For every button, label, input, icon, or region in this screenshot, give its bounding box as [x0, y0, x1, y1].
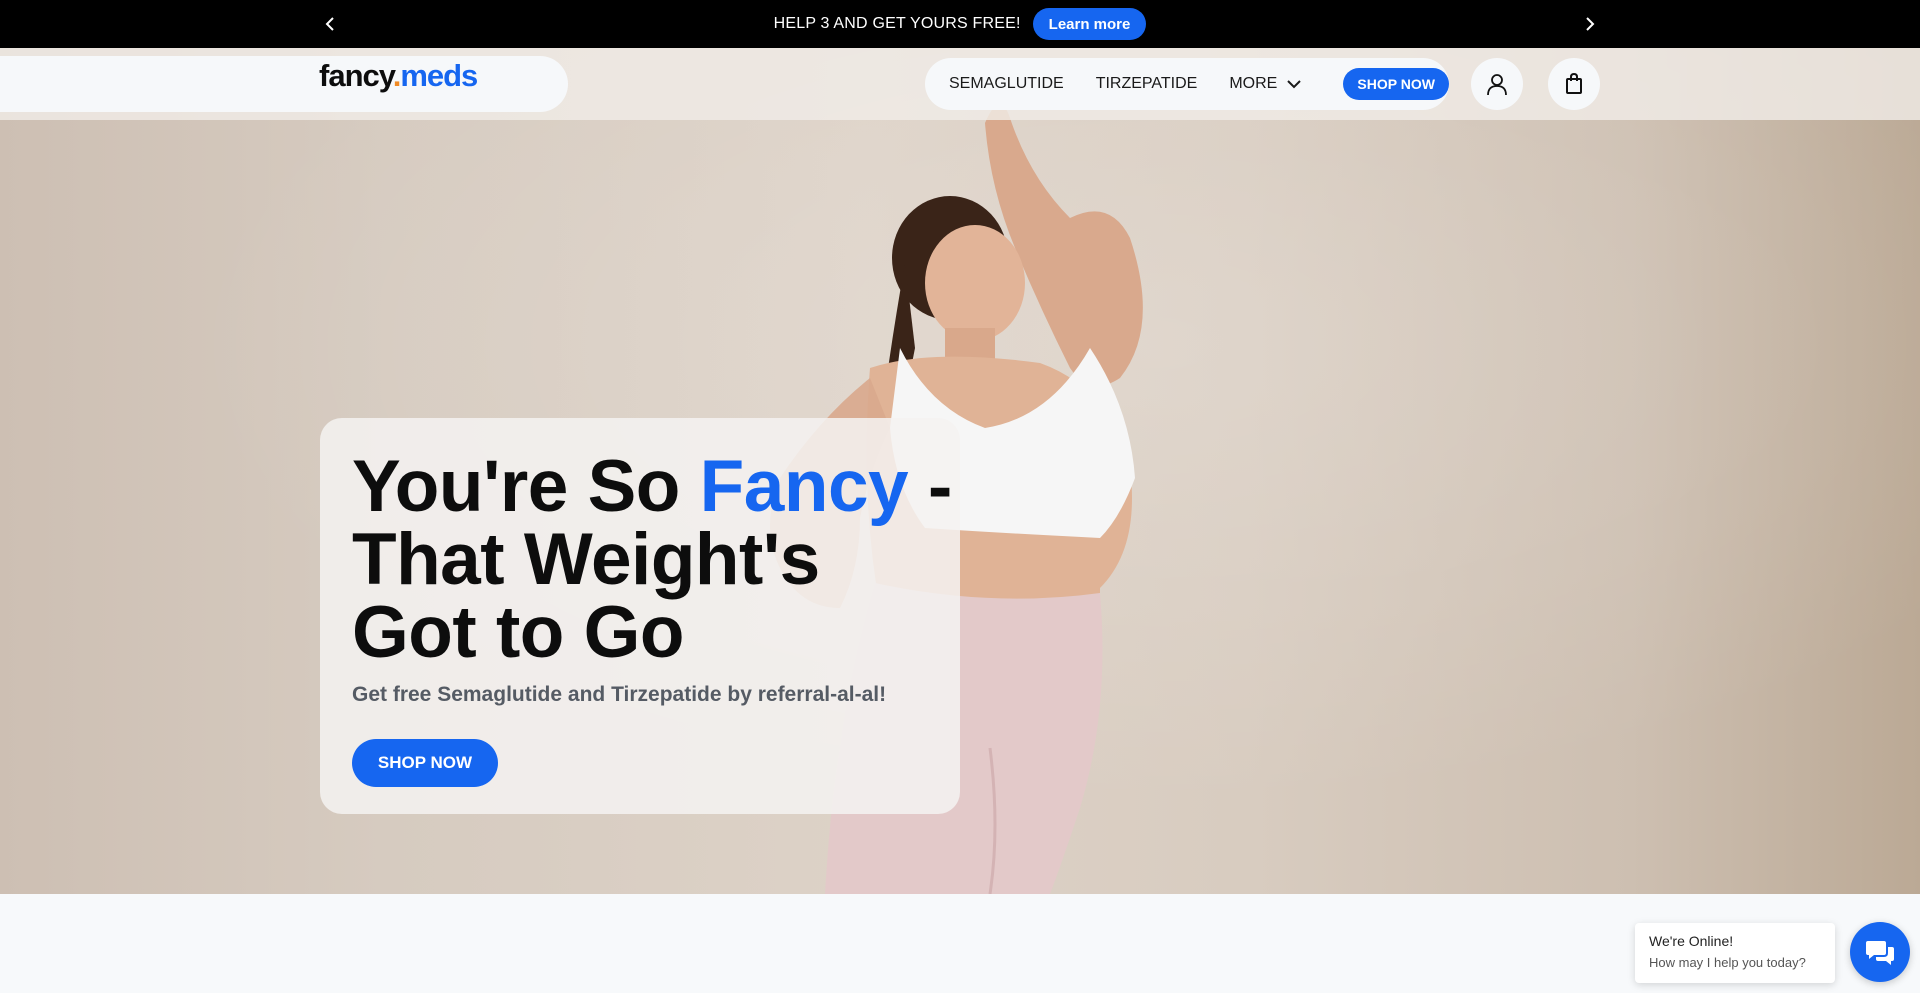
hero-image: [770, 104, 1143, 894]
chat-launcher-button[interactable]: [1850, 922, 1910, 982]
hero-section: [0, 48, 1920, 894]
site-logo[interactable]: fancy.meds: [319, 58, 478, 94]
logo-part-meds: meds: [400, 58, 478, 93]
chat-icon: [1866, 941, 1894, 965]
chevron-down-icon: [1287, 79, 1302, 88]
nav-item-tirzepatide[interactable]: TIRZEPATIDE: [1096, 75, 1198, 93]
cart-button[interactable]: [1548, 58, 1600, 110]
nav-shop-now-button[interactable]: SHOP NOW: [1343, 68, 1449, 100]
learn-more-button[interactable]: Learn more: [1032, 8, 1147, 40]
nav-item-more-label: MORE: [1229, 75, 1278, 92]
hero-title-accent: Fancy: [699, 446, 909, 527]
shopping-bag-icon: [1566, 72, 1582, 94]
user-icon: [1487, 74, 1507, 96]
hero-title-part1: You're So: [352, 446, 700, 527]
chat-status: We're Online!: [1649, 933, 1734, 949]
site-header: fancy.meds SEMAGLUTIDE TIRZEPATIDE MORE …: [0, 48, 1920, 120]
chat-prompt: How may I help you today?: [1649, 955, 1806, 970]
account-button[interactable]: [1471, 58, 1523, 110]
nav-item-more[interactable]: MORE: [1229, 75, 1302, 93]
hero-title: You're So Fancy - That Weight's Got to G…: [352, 450, 952, 669]
announcement-message: HELP 3 AND GET YOURS FREE!: [773, 15, 1021, 32]
announcement-bar: HELP 3 AND GET YOURS FREE! Learn more: [0, 0, 1920, 48]
announcement-content: HELP 3 AND GET YOURS FREE! Learn more: [0, 0, 1920, 48]
hero-subtitle: Get free Semaglutide and Tirzepatide by …: [352, 683, 887, 706]
chat-greeting[interactable]: We're Online! How may I help you today?: [1635, 923, 1835, 983]
nav-item-semaglutide[interactable]: SEMAGLUTIDE: [949, 75, 1064, 93]
logo-container: [0, 56, 568, 112]
main-nav: SEMAGLUTIDE TIRZEPATIDE MORE SHOP NOW: [925, 58, 1449, 110]
hero-shop-now-button[interactable]: SHOP NOW: [352, 739, 498, 787]
hero-card: You're So Fancy - That Weight's Got to G…: [320, 418, 960, 814]
chevron-right-icon[interactable]: [1578, 12, 1602, 36]
logo-part-fancy: fancy: [319, 58, 394, 93]
